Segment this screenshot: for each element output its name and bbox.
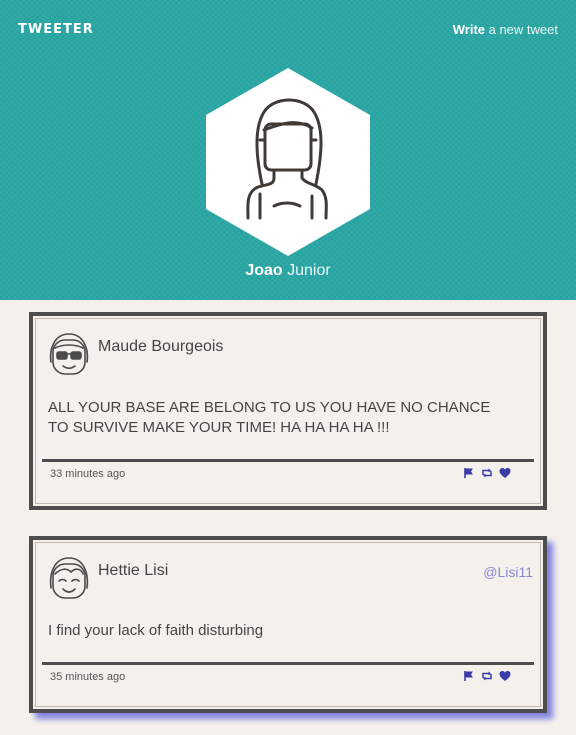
tweet-timestamp: 35 minutes ago [50,671,126,683]
tweet-divider [42,459,534,462]
profile-name: Joao Junior [0,262,576,280]
retweet-icon[interactable] [481,669,493,681]
retweet-icon[interactable] [481,466,493,478]
flag-icon[interactable] [463,466,475,478]
brand-logo[interactable]: TWEETER [18,22,94,37]
profile-avatar [206,68,370,256]
tweet-text: I find your lack of faith disturbing [48,622,264,639]
heart-icon[interactable] [499,669,511,681]
heart-icon[interactable] [499,466,511,478]
tweet-text: ALL YOUR BASE ARE BELONG TO US YOU HAVE … [48,399,491,436]
tweet-author[interactable]: Hettie Lisi [98,562,168,580]
tweet-author[interactable]: Maude Bourgeois [98,338,223,356]
girl-with-glasses-icon[interactable] [47,330,91,378]
write-tweet-link[interactable]: Write a new tweet [453,22,558,37]
tweet-actions [463,669,511,681]
tweet-divider [42,662,534,665]
tweet-actions [463,466,511,478]
write-link-rest: a new tweet [485,22,558,37]
profile-first-name: Joao [245,262,283,279]
tweet-card: Maude Bourgeois ALL YOUR BASE ARE BELONG… [29,312,547,510]
smiling-girl-icon[interactable] [47,554,91,602]
profile-header: TWEETER Write a new tweet Joao Junior [0,0,576,300]
flag-icon[interactable] [463,669,475,681]
tweet-handle[interactable]: @Lisi11 [483,564,533,580]
tweet-card: Hettie Lisi @Lisi11 I find your lack of … [29,536,547,713]
tweet-timestamp: 33 minutes ago [50,468,126,480]
write-link-strong: Write [452,22,485,37]
profile-last-name: Junior [282,262,331,279]
